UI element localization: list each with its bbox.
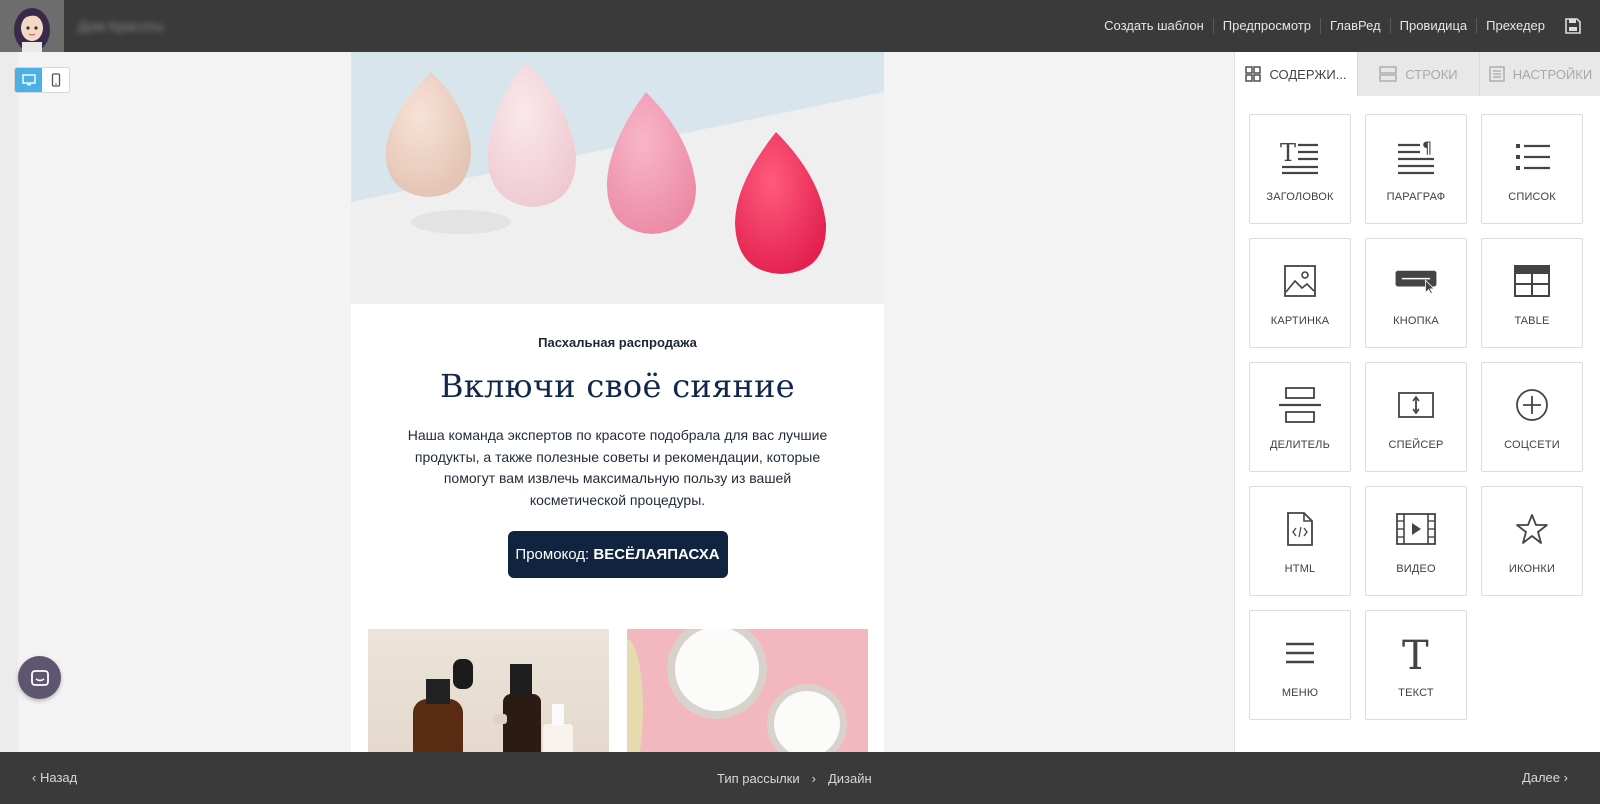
- divider-icon: [1278, 383, 1322, 427]
- tile-divider-label: ДЕЛИТЕЛЬ: [1269, 439, 1330, 451]
- content-tiles-grid: T ЗАГОЛОВОК ¶ ПАРАГРАФ СПИСОК КАРТИНКА К…: [1235, 96, 1600, 738]
- next-button[interactable]: Далее ›: [1522, 770, 1568, 785]
- tile-table[interactable]: TABLE: [1481, 238, 1583, 348]
- tile-button-label: КНОПКА: [1393, 315, 1439, 327]
- tile-table-label: TABLE: [1514, 315, 1550, 327]
- step-mailing-type[interactable]: Тип рассылки: [717, 771, 800, 786]
- view-toggle: [14, 67, 70, 93]
- bottom-bar: ‹ Назад Тип рассылки › Дизайн Далее ›: [0, 752, 1600, 804]
- tile-video-label: ВИДЕО: [1396, 563, 1436, 575]
- chat-icon: [30, 669, 49, 686]
- tile-heading[interactable]: T ЗАГОЛОВОК: [1249, 114, 1351, 224]
- step-design[interactable]: Дизайн: [828, 771, 872, 786]
- tile-paragraph-label: ПАРАГРАФ: [1386, 191, 1446, 203]
- image-icon: [1278, 259, 1322, 303]
- next-label: Далее: [1521, 770, 1561, 785]
- chevron-right-next-icon: ›: [1563, 770, 1568, 785]
- tile-video[interactable]: ВИДЕО: [1365, 486, 1467, 596]
- tab-content[interactable]: СОДЕРЖИ...: [1235, 52, 1357, 96]
- spacer-icon: [1394, 383, 1438, 427]
- tile-social[interactable]: СОЦСЕТИ: [1481, 362, 1583, 472]
- svg-text:T: T: [1402, 633, 1429, 673]
- rows-icon: [1379, 66, 1398, 82]
- tile-social-label: СОЦСЕТИ: [1504, 439, 1560, 451]
- tile-paragraph[interactable]: ¶ ПАРАГРАФ: [1365, 114, 1467, 224]
- list-icon: [1510, 135, 1554, 179]
- save-icon[interactable]: [1554, 0, 1592, 52]
- tile-icons-label: ИКОНКИ: [1508, 563, 1556, 575]
- tile-list[interactable]: СПИСОК: [1481, 114, 1583, 224]
- create-template-link[interactable]: Создать шаблон: [1095, 18, 1214, 34]
- product-image-creams: [627, 629, 868, 752]
- tile-image-label: КАРТИНКА: [1270, 315, 1330, 327]
- back-button[interactable]: ‹ Назад: [32, 770, 77, 785]
- tile-icons[interactable]: ИКОНКИ: [1481, 486, 1583, 596]
- panel-tabs: СОДЕРЖИ... СТРОКИ НАСТРОЙКИ: [1235, 52, 1600, 96]
- tile-html-label: HTML: [1284, 563, 1316, 575]
- email-preview[interactable]: Пасхальная распродажа Включи своё сияние…: [351, 52, 884, 752]
- chevron-left-icon: ‹: [32, 770, 37, 785]
- user-name: Дом Красоты: [78, 18, 164, 34]
- top-bar: Дом Красоты Создать шаблон Предпросмотр …: [0, 0, 1600, 52]
- svg-text:¶: ¶: [1422, 139, 1432, 157]
- product-image-serums: [368, 629, 609, 752]
- text-icon: T: [1394, 631, 1438, 675]
- tile-list-label: СПИСОК: [1508, 191, 1556, 203]
- tile-text-label: ТЕКСТ: [1398, 687, 1434, 699]
- wizard-steps: Тип рассылки › Дизайн: [717, 771, 872, 786]
- tab-rows[interactable]: СТРОКИ: [1357, 52, 1479, 96]
- star-icon: [1510, 507, 1554, 551]
- preheader-link[interactable]: Прехедер: [1477, 18, 1554, 34]
- heading-icon: T: [1278, 135, 1322, 179]
- promo-code-button[interactable]: Промокод: ВЕСЁЛАЯПАСХА: [507, 531, 728, 578]
- product-images-row: [368, 629, 868, 752]
- mobile-view-icon[interactable]: [42, 68, 69, 92]
- tab-settings-label: НАСТРОЙКИ: [1512, 66, 1593, 82]
- tile-html[interactable]: HTML: [1249, 486, 1351, 596]
- tile-divider[interactable]: ДЕЛИТЕЛЬ: [1249, 362, 1351, 472]
- email-body-text: Наша команда экспертов по красоте подобр…: [407, 427, 828, 508]
- plus-circle-icon: [1510, 383, 1554, 427]
- email-headline: Включи своё сияние: [439, 367, 796, 405]
- paragraph-icon: ¶: [1394, 135, 1438, 179]
- promo-code: ВЕСЁЛАЯПАСХА: [593, 546, 720, 563]
- glavred-link[interactable]: ГлавРед: [1321, 18, 1391, 34]
- settings-icon: [1489, 66, 1505, 82]
- left-gutter: [0, 52, 18, 752]
- svg-text:T: T: [1280, 139, 1296, 167]
- hero-image: [351, 52, 884, 304]
- tile-text[interactable]: T ТЕКСТ: [1365, 610, 1467, 720]
- tile-button[interactable]: КНОПКА: [1365, 238, 1467, 348]
- tile-heading-label: ЗАГОЛОВОК: [1266, 191, 1334, 203]
- tile-spacer[interactable]: СПЕЙСЕР: [1365, 362, 1467, 472]
- chevron-right-icon: ›: [811, 771, 816, 786]
- tile-image[interactable]: КАРТИНКА: [1249, 238, 1351, 348]
- providitsa-link[interactable]: Провидица: [1391, 18, 1478, 34]
- button-icon: [1394, 259, 1438, 303]
- menu-icon: [1278, 631, 1322, 675]
- tab-settings[interactable]: НАСТРОЙКИ: [1479, 52, 1600, 96]
- tile-spacer-label: СПЕЙСЕР: [1388, 439, 1444, 451]
- desktop-view-icon[interactable]: [15, 68, 42, 92]
- tab-rows-label: СТРОКИ: [1405, 66, 1458, 82]
- user-avatar[interactable]: [0, 0, 64, 52]
- tile-menu-label: МЕНЮ: [1281, 687, 1319, 699]
- grid-icon: [1245, 66, 1262, 82]
- tab-content-label: СОДЕРЖИ...: [1269, 66, 1347, 82]
- promo-prefix: Промокод:: [515, 546, 594, 563]
- back-label: Назад: [39, 770, 78, 785]
- preview-link[interactable]: Предпросмотр: [1214, 18, 1321, 34]
- tile-menu[interactable]: МЕНЮ: [1249, 610, 1351, 720]
- table-icon: [1510, 259, 1554, 303]
- chat-widget-button[interactable]: [18, 656, 61, 699]
- content-panel: СОДЕРЖИ... СТРОКИ НАСТРОЙКИ T ЗАГОЛОВОК …: [1234, 52, 1600, 752]
- video-icon: [1394, 507, 1438, 551]
- email-eyebrow: Пасхальная распродажа: [538, 335, 697, 350]
- html-file-icon: [1278, 507, 1322, 551]
